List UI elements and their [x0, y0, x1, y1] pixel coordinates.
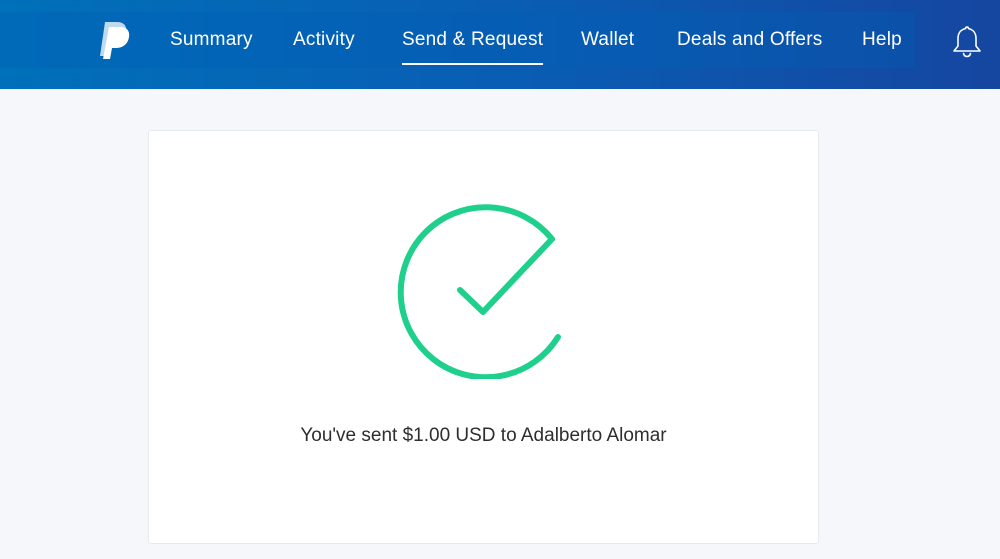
nav-send-request[interactable]: Send & Request: [402, 28, 544, 65]
main-nav: Summary Activity Send & Request Wallet D…: [0, 0, 1000, 89]
top-header: Summary Activity Send & Request Wallet D…: [0, 0, 1000, 89]
confirmation-message: You've sent $1.00 USD to Adalberto Aloma…: [300, 425, 667, 446]
nav-activity[interactable]: Activity: [293, 28, 355, 52]
success-check-icon: [397, 204, 561, 379]
nav-deals-offers[interactable]: Deals and Offers: [677, 28, 822, 52]
nav-summary[interactable]: Summary: [170, 28, 253, 52]
nav-help[interactable]: Help: [862, 28, 902, 52]
nav-wallet[interactable]: Wallet: [581, 28, 634, 52]
bell-icon[interactable]: [950, 24, 984, 60]
confirmation-card: You've sent $1.00 USD to Adalberto Aloma…: [148, 130, 819, 544]
